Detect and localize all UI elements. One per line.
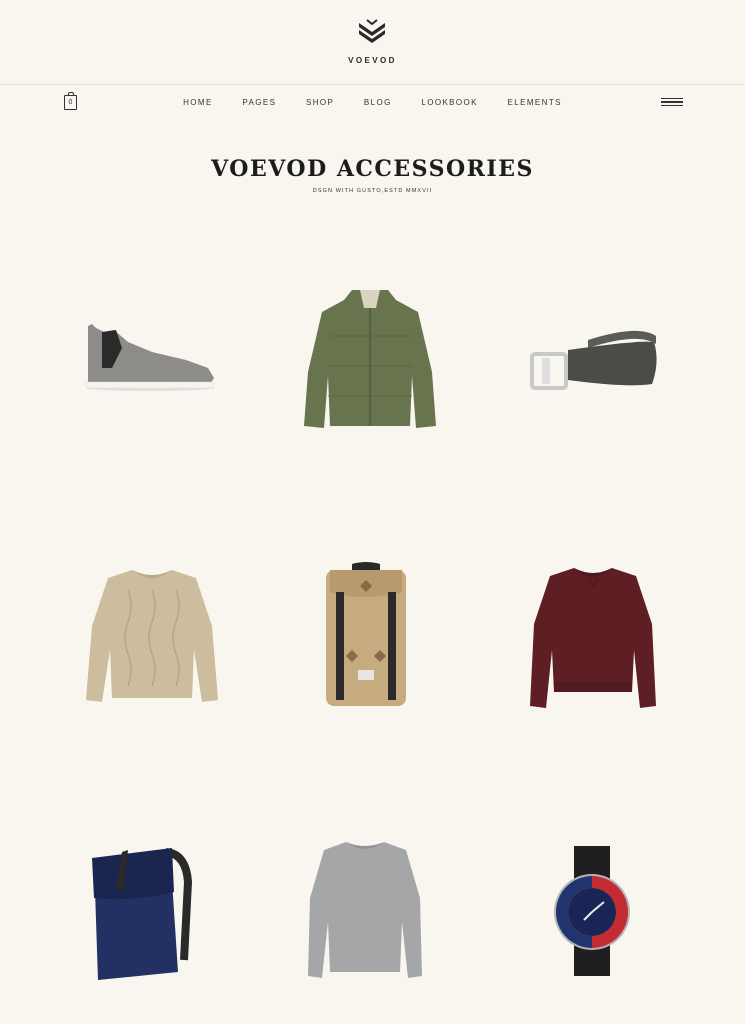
voevod-logo-icon[interactable] (357, 18, 387, 48)
nav-item-lookbook[interactable]: LOOKBOOK (421, 98, 478, 107)
burgundy-sweatshirt-image (530, 568, 656, 708)
nav-item-blog[interactable]: BLOG (364, 98, 392, 107)
nav-item-pages[interactable]: PAGES (242, 98, 276, 107)
product-grey-tee[interactable] (304, 838, 426, 982)
dive-watch-image (554, 846, 630, 976)
brand-name[interactable]: VOEVOD (0, 56, 745, 65)
navy-backpack-image (92, 848, 193, 980)
product-burgundy-sweatshirt[interactable] (528, 564, 658, 710)
cable-sweater-image (86, 570, 218, 702)
khaki-backpack-image (326, 562, 406, 706)
header-logo-bar: VOEVOD (0, 0, 745, 85)
quilted-jacket-image (304, 290, 436, 428)
product-quilted-jacket[interactable] (300, 286, 440, 432)
product-belt[interactable] (528, 322, 658, 394)
product-cable-sweater[interactable] (84, 566, 220, 704)
product-chelsea-boot[interactable] (82, 318, 218, 394)
nav-menu: HOME PAGES SHOP BLOG LOOKBOOK ELEMENTS (0, 98, 745, 107)
belt-image (530, 330, 657, 390)
product-khaki-backpack[interactable] (322, 562, 410, 708)
product-dive-watch[interactable] (552, 844, 632, 978)
nav-item-elements[interactable]: ELEMENTS (508, 98, 562, 107)
product-navy-backpack[interactable] (86, 842, 196, 982)
nav-item-home[interactable]: HOME (183, 98, 213, 107)
nav-item-shop[interactable]: SHOP (306, 98, 334, 107)
grey-tee-image (308, 842, 422, 978)
hamburger-menu-icon[interactable] (661, 98, 683, 108)
main-nav: 0 HOME PAGES SHOP BLOG LOOKBOOK ELEMENTS (0, 86, 745, 122)
page-title: VOEVOD ACCESSORIES (211, 156, 534, 182)
chelsea-boot-image (85, 324, 215, 391)
page-subtitle: DSGN WITH GUSTO,ESTD MMXVII (312, 188, 433, 194)
